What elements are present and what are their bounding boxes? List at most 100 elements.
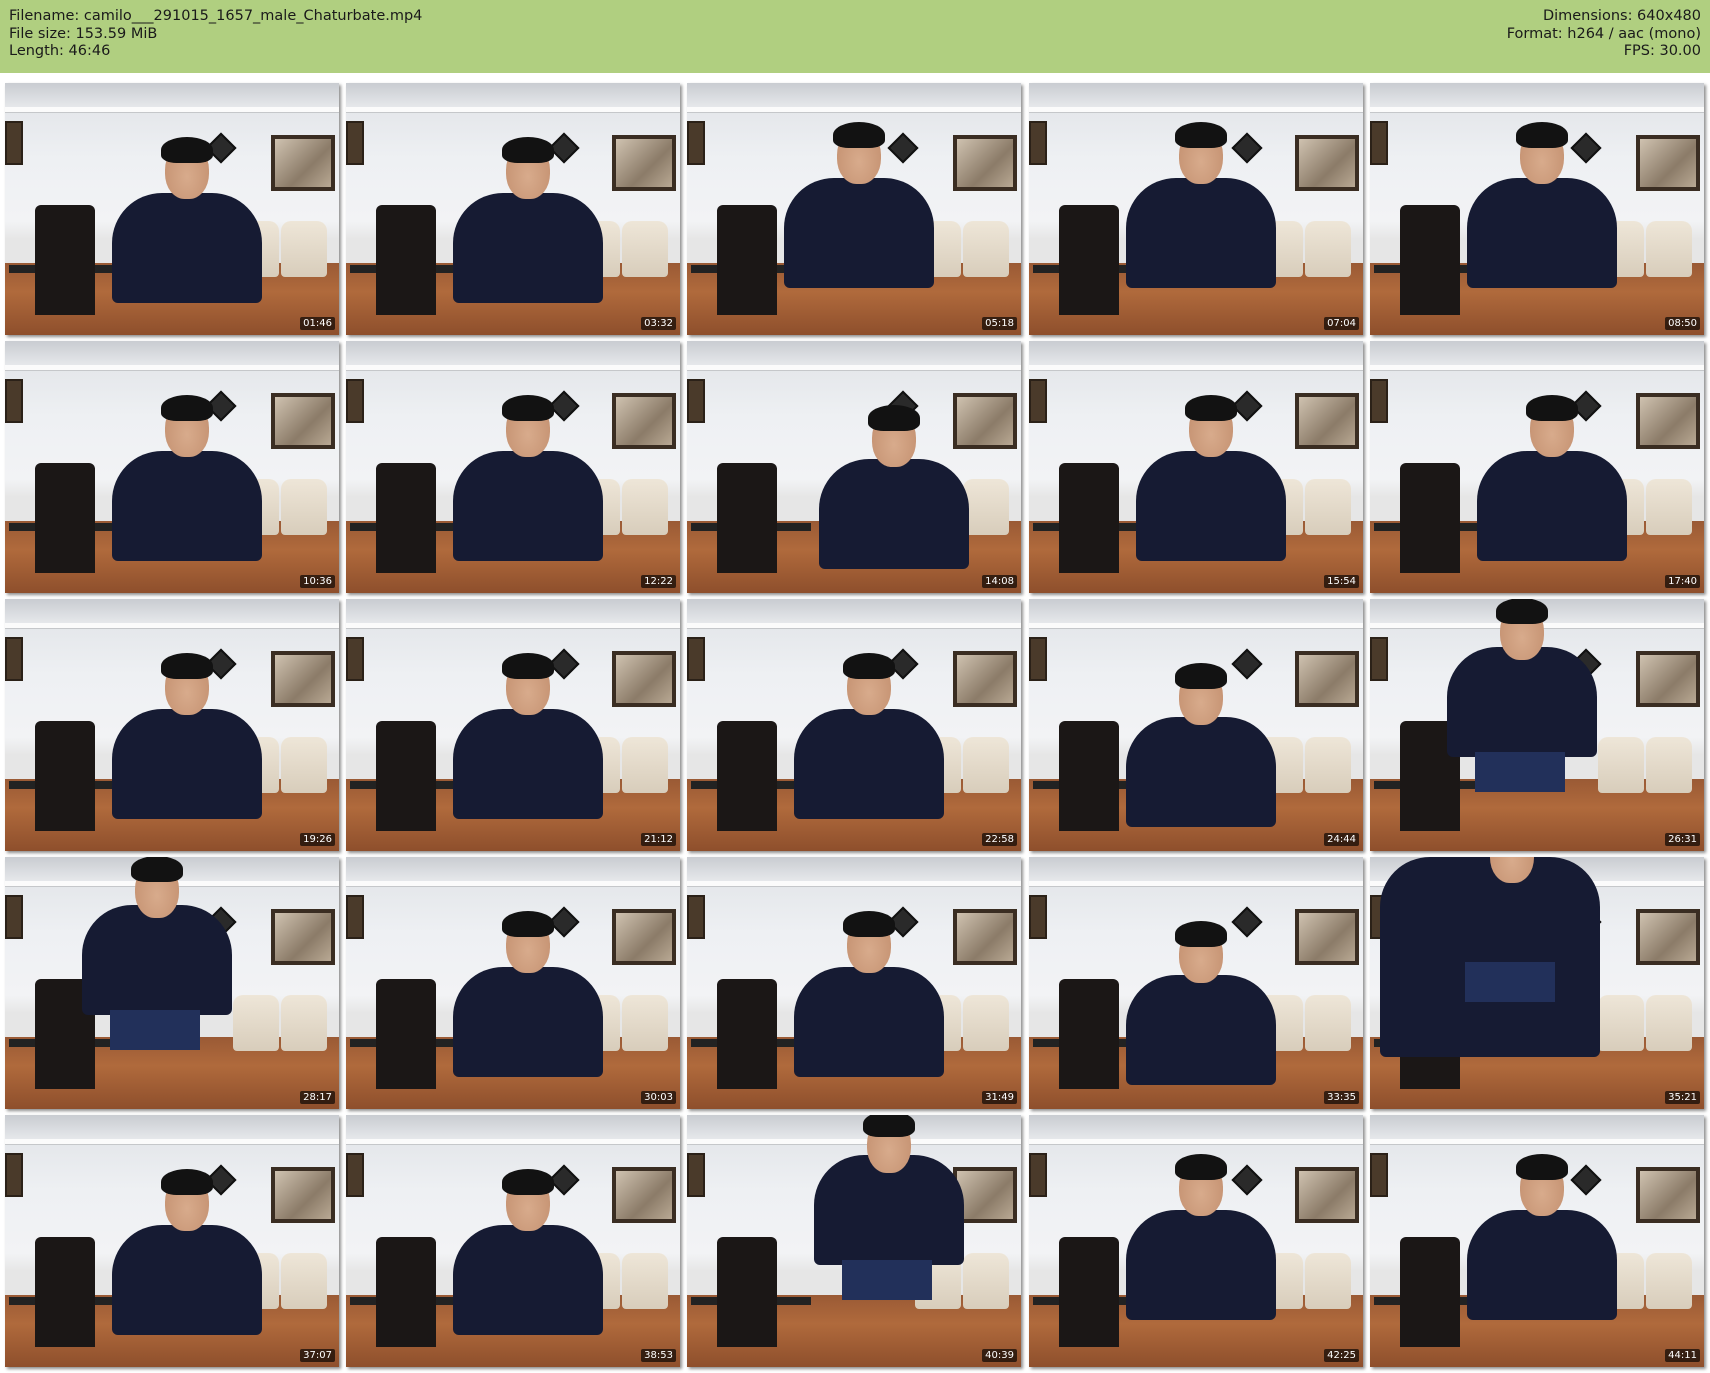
wall-painting: [1636, 135, 1700, 191]
room-ceiling: [687, 857, 1021, 883]
wall-art-left: [346, 637, 364, 681]
wall-painting: [1636, 1167, 1700, 1223]
room-ceiling: [5, 341, 339, 367]
video-thumbnail[interactable]: 30:03: [346, 857, 680, 1109]
video-thumbnail[interactable]: 14:08: [687, 341, 1021, 593]
dining-chair: [717, 205, 777, 315]
timestamp-label: 42:25: [1324, 1349, 1359, 1362]
timestamp-label: 22:58: [982, 833, 1017, 846]
person-shorts: [110, 1010, 200, 1050]
armchair: [1646, 1253, 1692, 1309]
crown-molding: [346, 1139, 680, 1145]
person-hair: [843, 911, 895, 937]
armchair: [1646, 221, 1692, 277]
video-thumbnail[interactable]: 28:17: [5, 857, 339, 1109]
person-hair: [833, 122, 885, 148]
timestamp-label: 05:18: [982, 317, 1017, 330]
armchair: [281, 737, 327, 793]
wall-art-left: [1370, 1153, 1388, 1197]
wall-art-left: [1029, 637, 1047, 681]
filesize-text: File size: 153.59 MiB: [9, 25, 158, 42]
timestamp-label: 19:26: [300, 833, 335, 846]
crown-molding: [1029, 365, 1363, 371]
dining-chair: [1400, 1237, 1460, 1347]
room-ceiling: [5, 1115, 339, 1141]
video-thumbnail[interactable]: 22:58: [687, 599, 1021, 851]
person-hair: [161, 137, 213, 163]
room-ceiling: [1029, 599, 1363, 625]
video-thumbnail[interactable]: 08:50: [1370, 83, 1704, 335]
crown-molding: [687, 881, 1021, 887]
person-torso: [1477, 451, 1627, 561]
person-torso: [1447, 647, 1597, 757]
timestamp-label: 14:08: [982, 575, 1017, 588]
video-thumbnail[interactable]: 40:39: [687, 1115, 1021, 1367]
video-thumbnail[interactable]: 26:31: [1370, 599, 1704, 851]
timestamp-label: 17:40: [1665, 575, 1700, 588]
timestamp-label: 28:17: [300, 1091, 335, 1104]
video-thumbnail[interactable]: 07:04: [1029, 83, 1363, 335]
armchair: [1305, 995, 1351, 1051]
video-thumbnail[interactable]: 38:53: [346, 1115, 680, 1367]
video-thumbnail[interactable]: 24:44: [1029, 599, 1363, 851]
person-hair: [502, 911, 554, 937]
dining-chair: [376, 1237, 436, 1347]
wall-art-left: [1029, 895, 1047, 939]
person-hair: [502, 653, 554, 679]
timestamp-label: 03:32: [641, 317, 676, 330]
video-thumbnail[interactable]: 33:35: [1029, 857, 1363, 1109]
room-ceiling: [687, 341, 1021, 367]
person-hair: [1175, 122, 1227, 148]
video-thumbnail[interactable]: 19:26: [5, 599, 339, 851]
wall-painting: [271, 1167, 335, 1223]
video-thumbnail[interactable]: 37:07: [5, 1115, 339, 1367]
person-torso: [112, 451, 262, 561]
crown-molding: [5, 623, 339, 629]
armchair: [1646, 479, 1692, 535]
timestamp-label: 10:36: [300, 575, 335, 588]
timestamp-label: 08:50: [1665, 317, 1700, 330]
crown-molding: [5, 365, 339, 371]
video-thumbnail[interactable]: 05:18: [687, 83, 1021, 335]
video-thumbnail[interactable]: 03:32: [346, 83, 680, 335]
person-torso: [453, 709, 603, 819]
room-ceiling: [1029, 857, 1363, 883]
armchair: [622, 995, 668, 1051]
wall-painting: [1295, 909, 1359, 965]
room-ceiling: [1370, 341, 1704, 367]
room-ceiling: [346, 857, 680, 883]
wall-art-left: [1370, 121, 1388, 165]
timestamp-label: 21:12: [641, 833, 676, 846]
fps-text: FPS: 30.00: [1623, 43, 1701, 59]
video-thumbnail[interactable]: 01:46: [5, 83, 339, 335]
video-thumbnail[interactable]: 17:40: [1370, 341, 1704, 593]
video-thumbnail[interactable]: 10:36: [5, 341, 339, 593]
timestamp-label: 12:22: [641, 575, 676, 588]
person-hair: [1175, 1154, 1227, 1180]
timestamp-label: 01:46: [300, 317, 335, 330]
person-hair: [161, 395, 213, 421]
person-hair: [161, 1169, 213, 1195]
wall-painting: [612, 135, 676, 191]
wall-art-left: [1029, 1153, 1047, 1197]
video-thumbnail[interactable]: 15:54: [1029, 341, 1363, 593]
crown-molding: [1029, 623, 1363, 629]
crown-molding: [1370, 1139, 1704, 1145]
wall-art-left: [5, 1153, 23, 1197]
armchair: [622, 221, 668, 277]
wall-painting: [271, 909, 335, 965]
wall-art-left: [1029, 121, 1047, 165]
video-thumbnail[interactable]: 44:11: [1370, 1115, 1704, 1367]
video-thumbnail[interactable]: 42:25: [1029, 1115, 1363, 1367]
video-thumbnail[interactable]: 35:21: [1370, 857, 1704, 1109]
video-thumbnail[interactable]: 21:12: [346, 599, 680, 851]
person-torso: [453, 451, 603, 561]
armchair: [281, 1253, 327, 1309]
wall-painting: [953, 909, 1017, 965]
crown-molding: [687, 623, 1021, 629]
video-thumbnail[interactable]: 12:22: [346, 341, 680, 593]
video-thumbnail[interactable]: 31:49: [687, 857, 1021, 1109]
person-torso: [1136, 451, 1286, 561]
dining-chair: [1400, 463, 1460, 573]
dining-chair: [1059, 205, 1119, 315]
